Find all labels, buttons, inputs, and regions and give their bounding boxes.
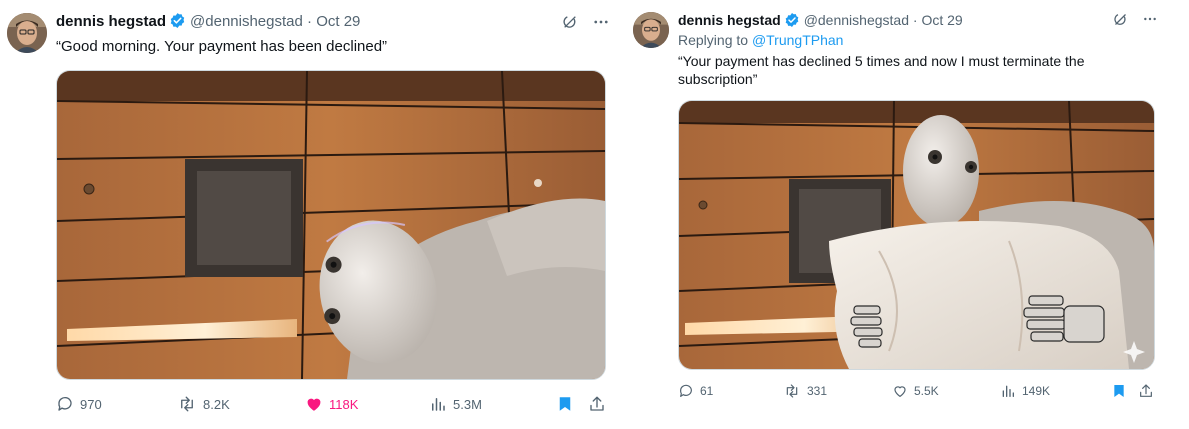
like-count: 118K <box>329 396 359 412</box>
more-icon[interactable] <box>1142 11 1158 32</box>
bookmark-filled-icon[interactable] <box>556 395 574 418</box>
retweet-button[interactable]: 331 <box>783 383 827 399</box>
retweet-icon <box>177 395 197 413</box>
tweet-date[interactable]: Oct 29 <box>316 13 360 30</box>
replying-to-label: Replying to <box>678 32 749 48</box>
reply-count: 61 <box>700 384 714 398</box>
views-icon <box>429 395 447 413</box>
retweet-count: 8.2K <box>203 396 230 412</box>
author-handle[interactable]: @dennishegstad <box>190 13 303 30</box>
like-count: 5.5K <box>914 384 939 398</box>
tweet-2: dennis hegstad @dennishegstad · Oct 29 Re… <box>620 0 1189 429</box>
heart-filled-icon <box>305 395 323 413</box>
tweet-actions: 61 331 5.5K 149K <box>678 383 1168 405</box>
reply-count: 970 <box>80 396 102 412</box>
views-button[interactable]: 149K <box>1000 383 1050 399</box>
verified-badge-icon <box>169 12 186 35</box>
replying-to-link[interactable]: @TrungTPhan <box>752 32 844 48</box>
author-name[interactable]: dennis hegstad <box>56 13 166 30</box>
reply-icon <box>678 383 694 399</box>
grok-icon[interactable] <box>562 14 578 35</box>
tweet-video[interactable] <box>678 100 1155 370</box>
bookmark-filled-icon[interactable] <box>1111 383 1127 404</box>
replying-to: Replying to @TrungTPhan <box>678 32 843 48</box>
separator-dot: · <box>912 12 918 28</box>
like-button[interactable]: 118K <box>305 395 358 413</box>
share-icon[interactable] <box>588 395 606 418</box>
tweet-1: dennis hegstad @dennishegstad · Oct 29 “G… <box>0 0 620 429</box>
views-count: 5.3M <box>453 396 482 412</box>
tweet-header: dennis hegstad @dennishegstad · Oct 29 <box>678 10 963 33</box>
share-icon[interactable] <box>1138 383 1154 404</box>
tweet-video[interactable] <box>56 70 606 380</box>
reply-button[interactable]: 970 <box>56 395 102 413</box>
retweet-count: 331 <box>807 384 828 398</box>
author-handle[interactable]: @dennishegstad <box>804 12 909 28</box>
separator-dot: · <box>307 13 313 30</box>
tweet-text: “Good morning. Your payment has been dec… <box>56 38 388 55</box>
avatar[interactable] <box>7 13 47 53</box>
author-name[interactable]: dennis hegstad <box>678 12 781 28</box>
reply-button[interactable]: 61 <box>678 383 713 399</box>
more-icon[interactable] <box>592 13 610 36</box>
views-icon <box>1000 383 1016 399</box>
tweet-top-actions <box>562 13 610 36</box>
reply-icon <box>56 395 74 413</box>
grok-icon[interactable] <box>1113 12 1128 32</box>
like-button[interactable]: 5.5K <box>892 383 939 399</box>
tweet-date[interactable]: Oct 29 <box>921 12 962 28</box>
tweet-text: “Your payment has declined 5 times and n… <box>678 53 1085 87</box>
retweet-icon <box>783 383 801 399</box>
tweet-header: dennis hegstad @dennishegstad · Oct 29 <box>56 12 360 35</box>
views-button[interactable]: 5.3M <box>429 395 482 413</box>
avatar[interactable] <box>633 12 669 48</box>
views-count: 149K <box>1022 384 1051 398</box>
tweet-actions: 970 8.2K 118K 5.3M <box>56 395 616 417</box>
video-frame-image <box>57 71 605 379</box>
retweet-button[interactable]: 8.2K <box>177 395 230 413</box>
video-frame-image <box>679 101 1154 369</box>
verified-badge-icon <box>784 12 800 33</box>
tweet-top-actions <box>1113 11 1158 32</box>
heart-outline-icon <box>892 383 908 399</box>
